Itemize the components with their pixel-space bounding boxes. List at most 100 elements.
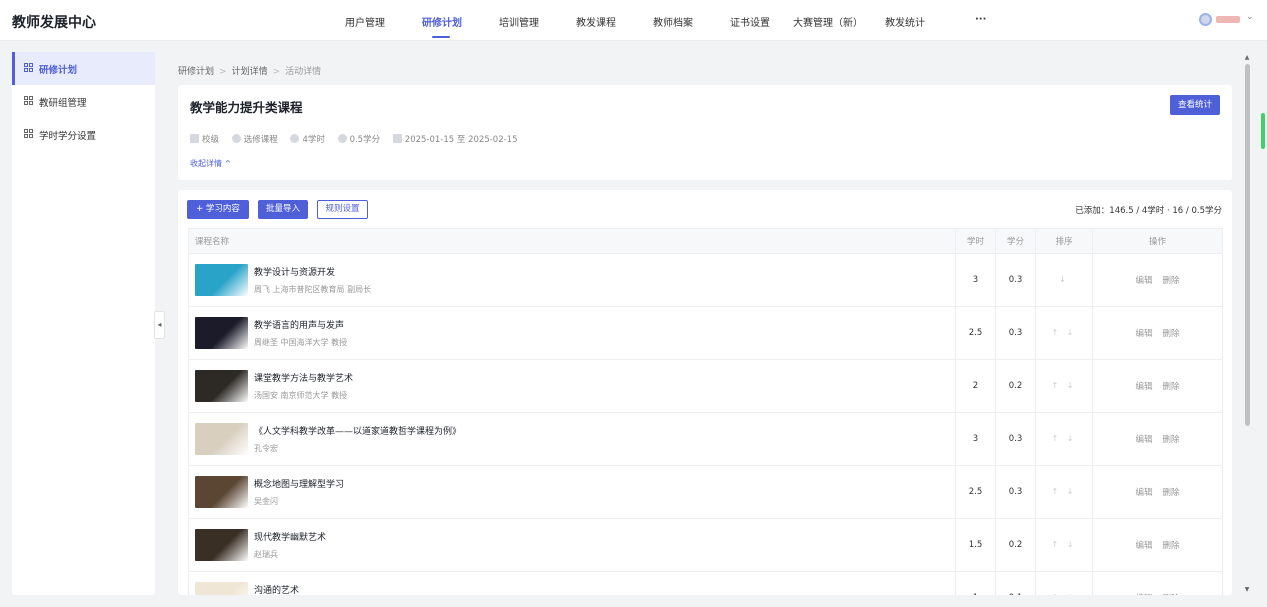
page-scrollbar[interactable]: ▲ ▼ <box>1243 52 1251 595</box>
course-title[interactable]: 沟通的艺术 <box>254 583 299 595</box>
course-name-cell: 教学语言的用声与发声 周继圣 中国海洋大学 教授 <box>188 306 956 360</box>
rule-settings-button[interactable]: 规则设置 <box>317 200 368 219</box>
credits-cell: 0.2 <box>995 518 1036 572</box>
breadcrumb-plan[interactable]: 研修计划 <box>178 67 214 77</box>
batch-import-button[interactable]: 批量导入 <box>258 200 308 219</box>
collapse-details-link[interactable]: 收起详情 ^ <box>190 158 231 169</box>
course-thumbnail[interactable] <box>195 582 248 595</box>
edit-button[interactable]: 编辑 <box>1135 276 1152 286</box>
breadcrumb-plan-detail[interactable]: 计划详情 <box>232 67 268 77</box>
course-table: 课程名称 学时 学分 排序 操作 教学设计与资源开发 周飞 上海市普陀区教育局 副… <box>188 228 1223 595</box>
level-meta: 校级 <box>190 133 219 145</box>
hours-cell: 2.5 <box>955 465 996 519</box>
collapse-sidebar-button[interactable]: ◂ <box>154 311 165 339</box>
sidebar-item-research-group[interactable]: 教研组管理 <box>12 85 155 118</box>
sort-arrows-icon[interactable]: ↑ ↓ <box>1052 593 1077 595</box>
sort-cell: ↑ ↓ <box>1035 518 1093 572</box>
course-title[interactable]: 教学语言的用声与发声 <box>254 318 344 331</box>
delete-button[interactable]: 删除 <box>1163 329 1180 339</box>
actions-cell: 编辑 删除 <box>1092 518 1223 572</box>
column-header-actions: 操作 <box>1092 228 1223 254</box>
nav-competition-management[interactable]: 大赛管理（新） <box>793 14 863 29</box>
edit-button[interactable]: 编辑 <box>1135 382 1152 392</box>
course-title[interactable]: 现代教学幽默艺术 <box>254 530 326 543</box>
edit-button[interactable]: 编辑 <box>1135 541 1152 551</box>
sort-cell: ↑ ↓ <box>1035 359 1093 413</box>
table-row: 教学语言的用声与发声 周继圣 中国海洋大学 教授 2.5 0.3 ↑ ↓ 编辑 删除 <box>188 306 1223 360</box>
credits-cell: 0.2 <box>995 359 1036 413</box>
user-menu[interactable]: ⌄ <box>1199 12 1259 27</box>
delete-button[interactable]: 删除 <box>1163 382 1180 392</box>
course-thumbnail[interactable] <box>195 370 248 402</box>
edit-button[interactable]: 编辑 <box>1135 488 1152 498</box>
edit-button[interactable]: 编辑 <box>1135 594 1152 595</box>
course-name-cell: 教学设计与资源开发周飞 上海市普陀区教育局 副局长 <box>188 253 956 307</box>
nav-training-management[interactable]: 培训管理 <box>499 14 539 29</box>
course-name-cell: 课堂教学方法与教学艺术汤国安 南京师范大学 教授 <box>188 359 956 413</box>
view-stats-button[interactable]: 查看统计 <box>1170 95 1220 115</box>
delete-button[interactable]: 删除 <box>1163 276 1180 286</box>
sort-arrows-icon[interactable]: ↑ ↓ <box>1052 328 1077 337</box>
nav-user-management[interactable]: 用户管理 <box>345 14 385 29</box>
sidebar-item-training-plan[interactable]: 研修计划 <box>12 52 155 85</box>
delete-button[interactable]: 删除 <box>1163 594 1180 595</box>
sort-arrows-icon[interactable]: ↑ ↓ <box>1052 381 1077 390</box>
column-header-credits: 学分 <box>995 228 1036 254</box>
sort-arrows-icon[interactable]: ↑ ↓ <box>1052 434 1077 443</box>
clock-icon <box>290 134 300 143</box>
delete-button[interactable]: 删除 <box>1163 435 1180 445</box>
delete-button[interactable]: 删除 <box>1163 541 1180 551</box>
more-menu-icon[interactable]: ··· <box>975 14 986 25</box>
sort-arrows-icon[interactable]: ↓ <box>1059 275 1069 284</box>
course-thumbnail[interactable] <box>195 264 248 296</box>
sort-arrows-icon[interactable]: ↑ ↓ <box>1052 540 1077 549</box>
course-instructor: 赵瑞兵 <box>254 550 278 559</box>
course-name-cell: 沟通的艺术 <box>188 571 956 595</box>
sort-cell: ↑ ↓ <box>1035 306 1093 360</box>
course-instructor: 周飞 上海市普陀区教育局 副局长 <box>254 285 372 294</box>
course-header-card: 教学能力提升类课程 查看统计 校级 选修课程 4学时 0.5学分 2025-01… <box>178 85 1232 180</box>
nav-certificate-settings[interactable]: 证书设置 <box>730 14 770 29</box>
scroll-down-icon[interactable]: ▼ <box>1243 586 1251 593</box>
chevron-down-icon: ⌄ <box>1246 12 1254 22</box>
nav-statistics[interactable]: 教发统计 <box>885 14 925 29</box>
sort-arrows-icon[interactable]: ↑ ↓ <box>1052 487 1077 496</box>
scrollbar-thumb[interactable] <box>1245 64 1250 426</box>
course-thumbnail[interactable] <box>195 423 248 455</box>
nav-training-plan[interactable]: 研修计划 <box>422 14 462 29</box>
table-row: 现代教学幽默艺术 赵瑞兵 1.5 0.2 ↑ ↓ 编辑 删除 <box>188 518 1223 572</box>
table-row: 《人文学科教学改革——以道家道教哲学课程为例》 孔令宏 3 0.3 ↑ ↓ 编辑 删除 <box>188 412 1223 466</box>
sidebar-item-credit-settings[interactable]: 学时学分设置 <box>12 118 155 151</box>
credits-cell: 0.3 <box>995 412 1036 466</box>
scroll-up-icon[interactable]: ▲ <box>1243 54 1251 61</box>
course-title[interactable]: 《人文学科教学改革——以道家道教哲学课程为例》 <box>254 424 461 437</box>
edit-button[interactable]: 编辑 <box>1135 329 1152 339</box>
sort-cell: ↑ ↓ <box>1035 465 1093 519</box>
page-title: 教学能力提升类课程 <box>190 100 303 115</box>
added-summary: 已添加：146.5 / 4学时 · 16 / 0.5学分 <box>1075 206 1222 216</box>
add-content-button[interactable]: + 学习内容 <box>187 200 249 219</box>
course-title[interactable]: 教学设计与资源开发 <box>254 265 335 278</box>
course-title[interactable]: 概念地图与理解型学习 <box>254 477 344 490</box>
hours-cell: 3 <box>955 253 996 307</box>
course-meta: 校级 选修课程 4学时 0.5学分 2025-01-15 至 2025-02-1… <box>190 133 528 145</box>
nav-teacher-archive[interactable]: 教师档案 <box>653 14 693 29</box>
course-thumbnail[interactable] <box>195 529 248 561</box>
course-thumbnail[interactable] <box>195 317 248 349</box>
course-thumbnail[interactable] <box>195 476 248 508</box>
sort-cell: ↓ <box>1035 253 1093 307</box>
credits-cell: 0.1 <box>995 571 1036 595</box>
course-instructor: 汤国安 南京师范大学 教授 <box>254 391 348 400</box>
delete-button[interactable]: 删除 <box>1163 488 1180 498</box>
sort-cell: ↑ ↓ <box>1035 412 1093 466</box>
course-name-cell: 现代教学幽默艺术赵瑞兵 <box>188 518 956 572</box>
table-row: 课堂教学方法与教学艺术 汤国安 南京师范大学 教授 2 0.2 ↑ ↓ 编辑 删除 <box>188 359 1223 413</box>
course-title[interactable]: 课堂教学方法与教学艺术 <box>254 371 353 384</box>
breadcrumb-separator: > <box>272 67 281 77</box>
type-meta: 选修课程 <box>231 133 278 145</box>
app-title: 教师发展中心 <box>12 15 96 31</box>
actions-cell: 编辑 删除 <box>1092 306 1223 360</box>
credit-icon <box>337 134 347 143</box>
edit-button[interactable]: 编辑 <box>1135 435 1152 445</box>
nav-courses[interactable]: 教发课程 <box>576 14 616 29</box>
